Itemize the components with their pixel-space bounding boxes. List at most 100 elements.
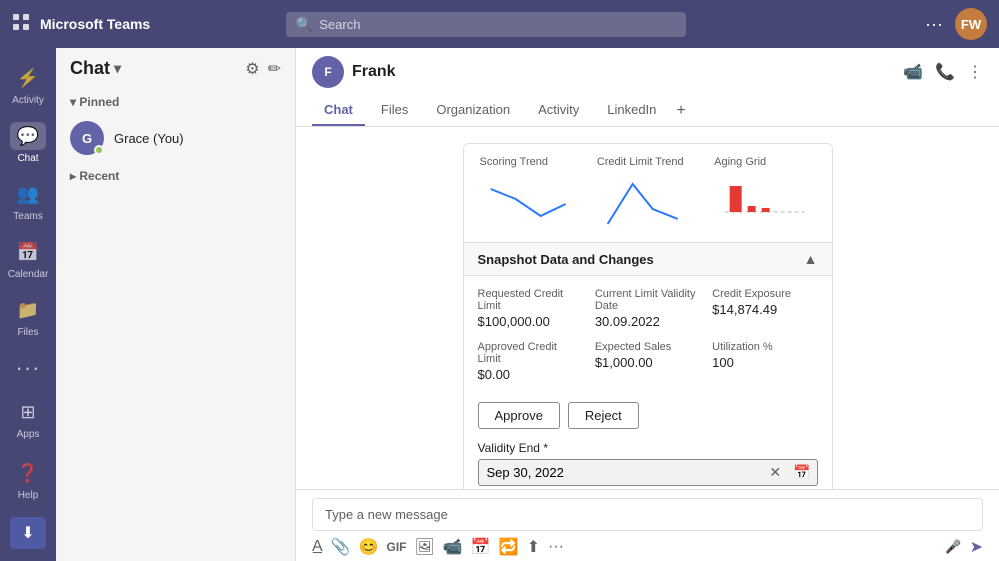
current-limit-validity-label: Current Limit Validity Date	[595, 288, 700, 312]
validity-end-input[interactable]	[479, 460, 764, 485]
upload-icon[interactable]: ⬆	[527, 537, 540, 557]
reject-button[interactable]: Reject	[568, 402, 639, 429]
message-toolbar: A̲ 📎 😊 GIF 🖼 📹 📅 🔁 ⬆ ··· 🎤 ➤	[312, 537, 983, 557]
more-options-icon[interactable]: ···	[925, 14, 943, 35]
validity-end-field: Validity End * ✕ 📅	[478, 441, 818, 486]
pinned-section-label[interactable]: Pinned	[56, 89, 295, 113]
tab-linkedin[interactable]: LinkedIn	[595, 96, 668, 126]
approved-credit-limit-label: Approved Credit Limit	[478, 341, 583, 365]
download-button[interactable]: ⬇	[10, 517, 46, 549]
credit-limit-trend-svg	[597, 174, 698, 234]
format-icon[interactable]: A̲	[312, 538, 323, 556]
approved-credit-limit-field: Approved Credit Limit $0.00	[478, 341, 583, 382]
sidebar-item-teams[interactable]: 👥 Teams	[0, 172, 56, 230]
aging-grid-section: Aging Grid	[714, 156, 815, 234]
aging-grid-svg	[714, 174, 815, 234]
aging-grid-chart	[714, 174, 815, 234]
meet-icon[interactable]: 📹	[443, 537, 463, 557]
chat-tabs: Chat Files Organization Activity LinkedI…	[296, 96, 999, 126]
chat-sidebar-header: Chat ▾ ⚙ ✏	[56, 48, 295, 89]
tab-chat[interactable]: Chat	[312, 96, 365, 126]
sidebar-item-calendar[interactable]: 📅 Calendar	[0, 230, 56, 288]
emoji-icon[interactable]: 😊	[359, 537, 379, 557]
sidebar-item-apps[interactable]: ⊞ Apps	[0, 390, 56, 448]
attach-icon[interactable]: 📎	[331, 537, 351, 557]
dictate-icon[interactable]: 🎤	[945, 539, 961, 555]
grace-name: Grace (You)	[114, 131, 184, 146]
credit-exposure-label: Credit Exposure	[712, 288, 817, 300]
expected-sales-label: Expected Sales	[595, 341, 700, 353]
sidebar-item-files[interactable]: 📁 Files	[0, 288, 56, 346]
compose-icon[interactable]: ✏	[268, 59, 281, 79]
chat-sidebar-title: Chat ▾	[70, 58, 121, 79]
more-options-icon[interactable]: ⋮	[967, 62, 983, 82]
collapse-icon[interactable]: ▲	[804, 251, 818, 267]
scoring-trend-svg	[480, 174, 581, 234]
approve-button[interactable]: Approve	[478, 402, 560, 429]
message-input-placeholder[interactable]: Type a new message	[312, 498, 983, 531]
sticker-icon[interactable]: 🖼	[415, 537, 435, 557]
card-section-header: Snapshot Data and Changes ▲	[464, 242, 832, 276]
credit-limit-trend-section: Credit Limit Trend	[597, 156, 698, 234]
search-bar[interactable]: 🔍	[286, 12, 686, 37]
tab-organization[interactable]: Organization	[424, 96, 522, 126]
frank-avatar: F	[312, 56, 344, 88]
sidebar-icons: ⚡ Activity 💬 Chat 👥 Teams 📅 Calendar 📁 F…	[0, 48, 56, 561]
message-input-area: Type a new message A̲ 📎 😊 GIF 🖼 📹 📅 🔁 ⬆ …	[296, 489, 999, 561]
loop-icon[interactable]: 🔁	[499, 537, 519, 557]
send-button[interactable]: ➤	[970, 537, 983, 557]
validity-end-input-row[interactable]: ✕ 📅	[478, 459, 818, 486]
scoring-trend-label: Scoring Trend	[480, 156, 581, 168]
search-input[interactable]	[319, 17, 676, 32]
clear-icon[interactable]: ✕	[763, 464, 787, 481]
sidebar-item-activity[interactable]: ⚡ Activity	[0, 56, 56, 114]
requested-credit-limit-value: $100,000.00	[478, 314, 583, 329]
tab-files[interactable]: Files	[369, 96, 420, 126]
utilization-field: Utilization % 100	[712, 341, 817, 382]
avatar[interactable]: FW	[955, 8, 987, 40]
sidebar-item-more[interactable]: ···	[0, 346, 56, 390]
current-limit-validity-field: Current Limit Validity Date 30.09.2022	[595, 288, 700, 329]
current-limit-validity-value: 30.09.2022	[595, 314, 700, 329]
sidebar-item-help[interactable]: ❓ Help	[10, 451, 46, 509]
app-grid-icon[interactable]	[12, 13, 30, 36]
audio-call-icon[interactable]: 📞	[935, 62, 955, 82]
messages-area[interactable]: Scoring Trend Credit Limit Trend	[296, 127, 999, 489]
card-section-title: Snapshot Data and Changes	[478, 252, 654, 267]
requested-credit-limit-field: Requested Credit Limit $100,000.00	[478, 288, 583, 329]
sidebar-item-chat[interactable]: 💬 Chat	[0, 114, 56, 172]
calendar-icon[interactable]: 📅	[787, 464, 816, 481]
requested-credit-limit-label: Requested Credit Limit	[478, 288, 583, 312]
more-icon[interactable]: ···	[548, 538, 564, 556]
grace-avatar: G	[70, 121, 104, 155]
search-icon: 🔍	[296, 16, 313, 33]
video-call-icon[interactable]: 📹	[903, 62, 923, 82]
chat-title-chevron[interactable]: ▾	[114, 60, 121, 77]
filter-icon[interactable]: ⚙	[245, 59, 259, 79]
credit-limit-trend-label: Credit Limit Trend	[597, 156, 698, 168]
tab-activity[interactable]: Activity	[526, 96, 591, 126]
frank-name: Frank	[352, 63, 396, 81]
status-indicator	[94, 145, 104, 155]
add-tab-icon[interactable]: +	[672, 96, 689, 126]
top-bar: Microsoft Teams 🔍 ··· FW	[0, 0, 999, 48]
scoring-trend-section: Scoring Trend	[480, 156, 581, 234]
approved-credit-limit-value: $0.00	[478, 367, 583, 382]
recent-section-label[interactable]: Recent	[56, 163, 295, 187]
card-actions: Approve Reject	[464, 394, 832, 441]
credit-card: Scoring Trend Credit Limit Trend	[463, 143, 833, 489]
credit-limit-trend-chart	[597, 174, 698, 234]
charts-row: Scoring Trend Credit Limit Trend	[464, 144, 832, 242]
schedule-icon[interactable]: 📅	[471, 537, 491, 557]
card-form: Validity End * ✕ 📅 Amount (USD) * Add a …	[464, 441, 832, 489]
validity-end-label: Validity End *	[478, 441, 818, 455]
aging-grid-label: Aging Grid	[714, 156, 815, 168]
scoring-trend-chart	[480, 174, 581, 234]
expected-sales-value: $1,000.00	[595, 355, 700, 370]
expected-sales-field: Expected Sales $1,000.00	[595, 341, 700, 382]
utilization-label: Utilization %	[712, 341, 817, 353]
card-data-grid: Requested Credit Limit $100,000.00 Curre…	[464, 276, 832, 394]
gif-icon[interactable]: GIF	[387, 540, 407, 554]
grace-chat-item[interactable]: G Grace (You)	[56, 113, 295, 163]
header-actions: 📹 📞 ⋮	[903, 62, 983, 82]
